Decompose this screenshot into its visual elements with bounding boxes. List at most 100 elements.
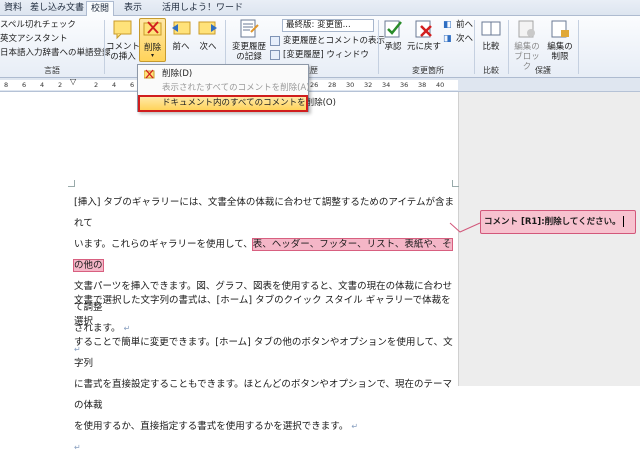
text-run: を使用するか、直接指定する書式を使用するかを選択できます。 xyxy=(74,421,349,432)
display-for-review-dropdown[interactable]: 最終版: 変更箇... xyxy=(282,19,374,32)
markup-area xyxy=(458,92,640,386)
markup-icon xyxy=(270,36,280,46)
display-for-review-value: 最終版: 変更箇... xyxy=(286,20,351,30)
english-assistant-label: 英文アシスタント xyxy=(0,34,68,44)
ruler-number: 26 xyxy=(310,81,319,89)
compare-button[interactable]: 比較 xyxy=(478,18,504,52)
group-separator xyxy=(378,20,379,74)
delete-dropdown-menu: 削除(D) 表示されたすべてのコメントを削除(A) ドキュメント内のすべてのコメ… xyxy=(137,64,336,112)
ruler-number: 32 xyxy=(364,81,373,89)
text-cursor xyxy=(622,216,624,227)
track-changes-button[interactable]: 変更履歴の記録 xyxy=(228,18,270,62)
text-line: 文書で選択した文字列の書式は、[ホーム] タブのクイック スタイル ギャラリーで… xyxy=(74,290,458,332)
reviewing-pane-icon xyxy=(270,50,280,60)
text-line: います。これらのギャラリーを使用して、表、ヘッダー、フッター、リスト、表紙や、そ… xyxy=(73,234,458,276)
track-changes-label: 変更履歴の記録 xyxy=(231,42,266,62)
previous-comment-button[interactable]: 前へ xyxy=(168,18,194,52)
proofing-group-label: 言語 xyxy=(44,66,60,75)
restrict-editing-label: 編集の制限 xyxy=(547,42,573,62)
tab-addin[interactable]: 活用しよう！ワード xyxy=(158,1,247,16)
tab-review[interactable]: 校閲 xyxy=(86,1,115,17)
group-separator xyxy=(474,20,475,74)
delete-comment-icon xyxy=(143,21,161,36)
previous-comment-label: 前へ xyxy=(172,42,190,52)
new-comment-label: コメントの挿入 xyxy=(106,42,141,62)
reject-change-button[interactable]: 元に戻す xyxy=(406,18,442,52)
text-line: [挿入] タブのギャラリーには、文書全体の体裁に合わせて調整するためのアイテムが… xyxy=(74,192,458,234)
show-markup-button[interactable]: 変更履歴とコメントの表示 xyxy=(270,35,385,47)
text-run: することで簡単に変更できます。[ホーム] タブの他のボタンやオプションを使用して… xyxy=(74,337,453,369)
menu-item-delete-all[interactable]: ドキュメント内のすべてのコメントを削除(O) xyxy=(138,95,336,112)
delete-comment-icon xyxy=(144,69,155,79)
new-comment-button[interactable]: コメントの挿入 xyxy=(106,18,140,62)
previous-change-button[interactable]: ◧ 前へ xyxy=(443,19,473,31)
horizontal-ruler[interactable]: 8642246810121416182022242628303234363840… xyxy=(0,78,640,92)
compare-label: 比較 xyxy=(482,42,500,52)
accept-icon xyxy=(384,20,402,38)
comment-connector xyxy=(449,222,481,233)
ruler-number: 2 xyxy=(94,81,99,89)
tab-references[interactable]: 資料 xyxy=(0,1,26,16)
ruler-number: 8 xyxy=(4,81,9,89)
menu-item-label: ドキュメント内のすべてのコメントを削除(O) xyxy=(162,98,336,108)
text-line: ↵ xyxy=(74,437,458,458)
next-change-icon: ◨ xyxy=(443,34,452,44)
tab-mailings[interactable]: 差し込み文書 xyxy=(26,1,88,16)
accept-change-button[interactable]: 承認 xyxy=(381,18,405,52)
ruler-number: 40 xyxy=(436,81,445,89)
add-word-button[interactable]: 日本語入力辞書への単語登録 xyxy=(0,47,111,59)
next-change-button[interactable]: ◨ 次へ xyxy=(443,33,473,45)
spelling-check-button[interactable]: スペル切れチェック xyxy=(0,19,76,31)
previous-change-label: 前へ xyxy=(456,20,474,30)
show-markup-label: 変更履歴とコメントの表示 xyxy=(283,36,386,46)
new-comment-icon xyxy=(113,20,132,40)
next-comment-button[interactable]: 次へ xyxy=(195,18,221,52)
reject-icon xyxy=(415,20,432,38)
block-authors-icon xyxy=(518,20,535,38)
changes-group-label: 変更箇所 xyxy=(412,66,444,75)
english-assistant-button[interactable]: 英文アシスタント xyxy=(0,33,68,45)
text-line: に書式を直接設定することもできます。ほとんどのボタンやオプションで、現在のテーマ… xyxy=(74,374,458,416)
ruler-number: 4 xyxy=(40,81,45,89)
ruler-number: 36 xyxy=(400,81,409,89)
delete-comment-button[interactable]: 削除 ▾ xyxy=(139,18,166,62)
menu-item-label: 表示されたすべてのコメントを削除(A) xyxy=(162,83,310,93)
reviewing-pane-label: [変更履歴] ウィンドウ xyxy=(283,50,369,60)
track-changes-icon xyxy=(240,19,259,38)
comment-text: コメント [R1]:削除してください。 xyxy=(484,217,621,227)
tab-view[interactable]: 表示 xyxy=(120,1,146,16)
reviewing-pane-button[interactable]: [変更履歴] ウィンドウ xyxy=(270,49,369,61)
compare-group-label: 比較 xyxy=(483,66,499,75)
ruler-number: 30 xyxy=(346,81,355,89)
ruler-number: 4 xyxy=(112,81,117,89)
ribbon-tab-bar: 資料 差し込み文書 校閲 表示 活用しよう！ワード xyxy=(0,0,640,17)
chevron-down-icon: ▾ xyxy=(150,52,154,59)
compare-icon xyxy=(481,21,501,36)
comment-balloon[interactable]: コメント [R1]:削除してください。 xyxy=(480,210,636,234)
next-comment-icon xyxy=(198,21,217,35)
next-change-label: 次へ xyxy=(456,34,474,44)
page-corner-mark xyxy=(452,180,459,187)
ruler-number: 2 xyxy=(58,81,63,89)
protect-group-label: 保護 xyxy=(535,66,551,75)
ruler-number: 6 xyxy=(22,81,27,89)
restrict-editing-button[interactable]: 編集の制限 xyxy=(545,18,575,62)
ruler-number: 6 xyxy=(130,81,135,89)
text-line: を使用するか、直接指定する書式を使用するかを選択できます。 ↵ xyxy=(74,416,458,437)
previous-change-icon: ◧ xyxy=(443,20,452,30)
group-separator xyxy=(508,20,509,74)
indent-marker-icon[interactable]: ▽ xyxy=(70,78,76,86)
group-separator xyxy=(578,20,579,74)
text-run: [挿入] タブのギャラリーには、文書全体の体裁に合わせて調整するためのアイテムが… xyxy=(74,197,454,229)
group-separator xyxy=(104,20,105,74)
paragraph-2[interactable]: 文書で選択した文字列の書式は、[ホーム] タブのクイック スタイル ギャラリーで… xyxy=(74,290,458,458)
menu-item-delete-shown[interactable]: 表示されたすべてのコメントを削除(A) xyxy=(140,82,310,95)
block-authors-button[interactable]: 編集のブロック xyxy=(511,18,543,72)
menu-item-label: 削除(D) xyxy=(162,69,193,79)
text-run: います。これらのギャラリーを使用して、 xyxy=(74,239,253,250)
menu-item-delete[interactable]: 削除(D) xyxy=(140,68,306,81)
paragraph-mark: ↵ xyxy=(74,443,81,452)
accept-label: 承認 xyxy=(384,42,402,52)
text-run: に書式を直接設定することもできます。ほとんどのボタンやオプションで、現在のテーマ… xyxy=(74,379,453,411)
paragraph-mark: ↵ xyxy=(351,422,359,431)
